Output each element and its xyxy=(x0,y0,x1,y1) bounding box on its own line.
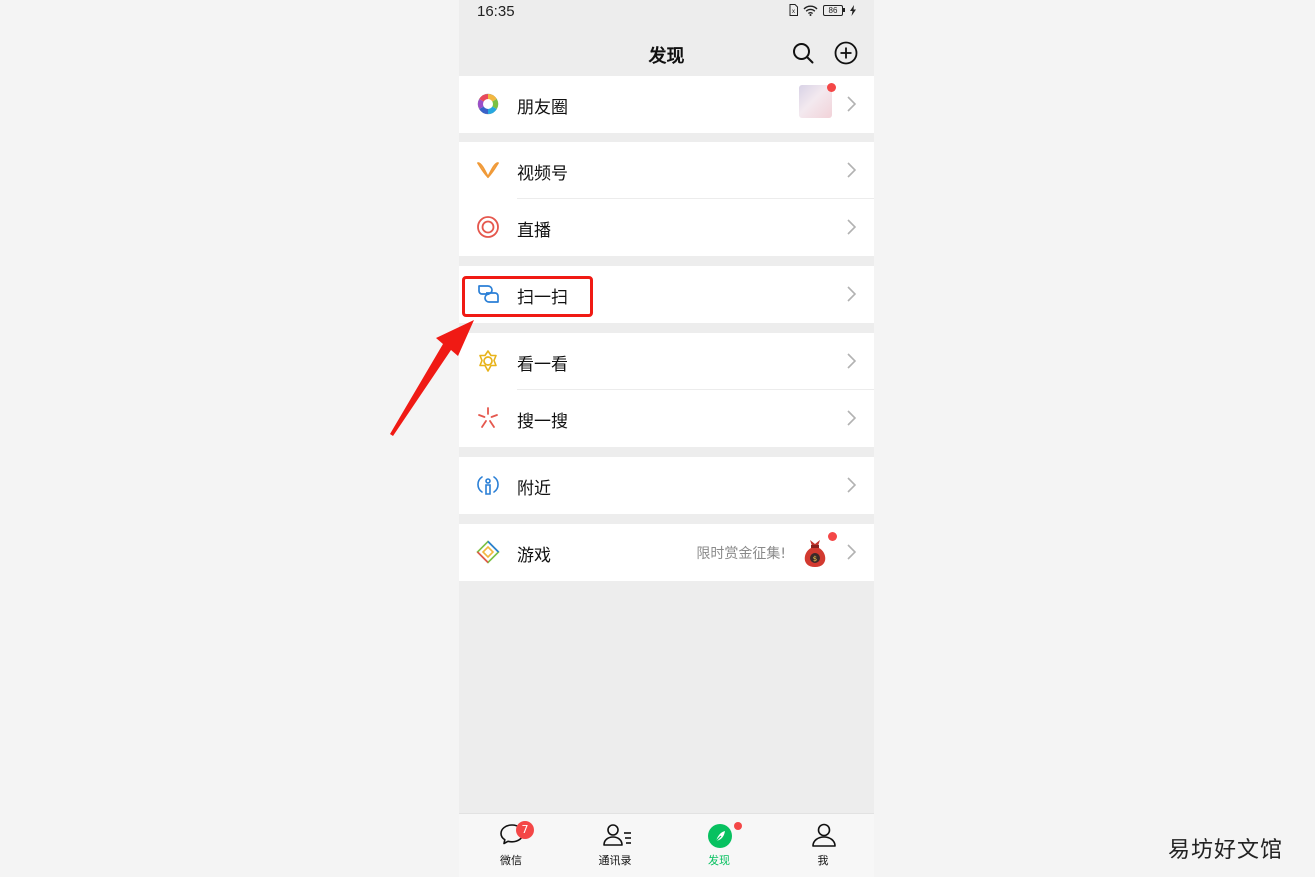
menu-label-moments: 朋友圈 xyxy=(517,98,568,118)
compass-icon xyxy=(708,824,732,848)
games-promo-text: 限时赏金征集! xyxy=(696,546,786,562)
battery-level: 86 xyxy=(823,4,843,16)
search-star-icon xyxy=(478,407,498,428)
battery-icon: 86 xyxy=(823,4,845,16)
chevron-right-icon xyxy=(847,219,856,235)
chevron-right-icon xyxy=(847,96,856,112)
chevron-right-icon xyxy=(847,410,856,426)
person-icon xyxy=(812,823,836,847)
nearby-icon xyxy=(477,476,499,495)
scan-highlight-box xyxy=(462,276,593,317)
menu-label-channels: 视频号 xyxy=(517,164,568,184)
wifi-icon xyxy=(803,5,818,16)
status-time: 16:35 xyxy=(477,3,515,20)
menu-label-live: 直播 xyxy=(517,221,551,241)
tab-contacts[interactable]: 通讯录 xyxy=(563,814,667,877)
chevron-right-icon xyxy=(847,162,856,178)
menu-item-search[interactable]: 搜一搜 xyxy=(459,390,874,447)
tab-me[interactable]: 我 xyxy=(771,814,874,877)
tab-label-chats: 微信 xyxy=(500,854,522,867)
tab-bar: 7 微信 通讯录 发现 我 xyxy=(459,813,874,877)
tab-discover[interactable]: 发现 xyxy=(667,814,771,877)
menu-label-games: 游戏 xyxy=(517,546,551,566)
top-stories-icon xyxy=(479,350,497,372)
channels-icon xyxy=(477,162,499,179)
menu-label-nearby: 附近 xyxy=(517,479,551,499)
pointer-arrow-icon xyxy=(390,320,474,436)
sim-icon: x xyxy=(789,4,798,16)
menu-item-games[interactable]: 游戏 限时赏金征集! $ xyxy=(459,524,874,581)
menu-label-search: 搜一搜 xyxy=(517,412,568,432)
phone-screen: 16:35 x 86 发现 朋友圈 视频号 直播 扫一扫 看一看 搜一搜 附近 … xyxy=(459,0,874,877)
menu-item-moments[interactable]: 朋友圈 xyxy=(459,76,874,133)
nav-bar: 发现 xyxy=(459,30,874,76)
discover-red-dot xyxy=(734,822,742,830)
add-icon[interactable] xyxy=(834,41,858,65)
menu-item-channels[interactable]: 视频号 xyxy=(459,142,874,199)
live-icon xyxy=(477,216,499,238)
menu-item-top-stories[interactable]: 看一看 xyxy=(459,333,874,390)
moments-red-dot xyxy=(827,83,836,92)
svg-text:$: $ xyxy=(813,555,817,563)
tab-label-contacts: 通讯录 xyxy=(598,854,632,867)
status-bar: 16:35 x 86 xyxy=(459,0,874,24)
money-bag-icon: $ xyxy=(804,540,826,567)
menu-label-top-stories: 看一看 xyxy=(517,355,568,375)
moments-icon xyxy=(477,93,499,115)
svg-text:x: x xyxy=(792,9,795,15)
chevron-right-icon xyxy=(847,286,856,302)
chevron-right-icon xyxy=(847,353,856,369)
watermark: 易坊好文馆 xyxy=(1168,838,1284,863)
chevron-right-icon xyxy=(847,544,856,560)
games-icon xyxy=(476,540,500,564)
chats-unread-badge: 7 xyxy=(516,821,534,839)
tab-label-discover: 发现 xyxy=(708,854,730,867)
contacts-icon xyxy=(603,824,631,846)
games-red-dot xyxy=(828,532,837,541)
tab-chats[interactable]: 7 微信 xyxy=(459,814,563,877)
status-icons: x 86 xyxy=(789,4,856,16)
chevron-right-icon xyxy=(847,477,856,493)
tab-label-me: 我 xyxy=(817,854,829,867)
search-icon[interactable] xyxy=(791,41,815,65)
charging-icon xyxy=(850,4,856,16)
menu-item-live[interactable]: 直播 xyxy=(459,199,874,256)
menu-item-nearby[interactable]: 附近 xyxy=(459,457,874,514)
